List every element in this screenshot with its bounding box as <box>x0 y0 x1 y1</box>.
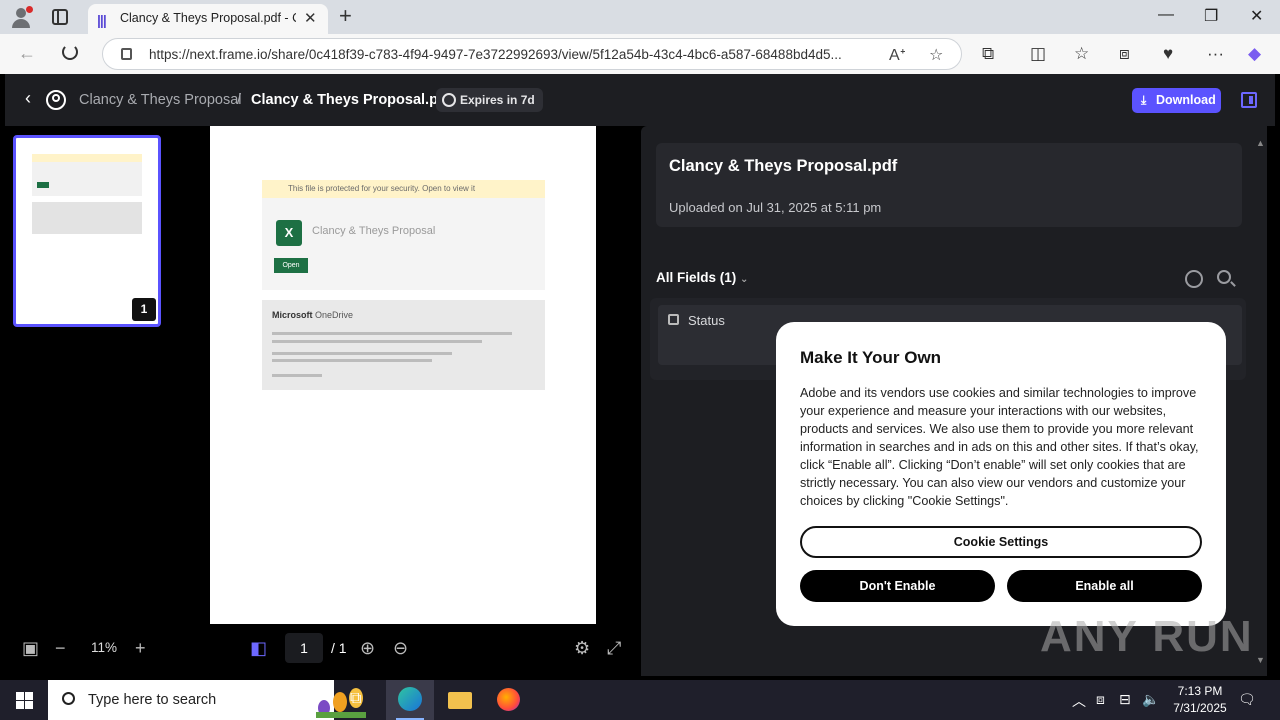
document-card-title: Clancy & Theys Proposal <box>312 225 436 237</box>
edge-taskbar-icon[interactable] <box>386 680 434 720</box>
document-open-button: Open <box>274 258 308 273</box>
breadcrumb-parent[interactable]: Clancy & Theys Proposal <box>79 92 242 108</box>
new-tab-plus-icon[interactable]: + <box>339 3 352 29</box>
cookie-modal-title: Make It Your Own <box>800 348 942 367</box>
file-info-name: Clancy & Theys Proposal.pdf <box>669 157 898 175</box>
page-number-input[interactable]: 1 <box>285 633 323 663</box>
cookie-settings-button[interactable]: Cookie Settings <box>800 526 1202 558</box>
profile-icon[interactable] <box>10 6 33 28</box>
download-button[interactable]: ⤓ Download <box>1132 88 1221 113</box>
excel-icon: X <box>276 220 302 246</box>
onedrive-name: OneDrive <box>315 310 354 320</box>
browser-tab-active[interactable]: ||| Clancy & Theys Proposal.pdf - Cla ✕ <box>88 4 328 34</box>
url-text[interactable]: https://next.frame.io/share/0c418f39-c78… <box>149 47 873 62</box>
zoom-out-icon[interactable]: − <box>55 638 66 659</box>
onedrive-brand: Microsoft <box>272 310 313 320</box>
document-card: X Clancy & Theys Proposal Open <box>262 198 545 290</box>
protected-banner: This file is protected for your security… <box>262 180 545 198</box>
favorites-icon[interactable]: ☆ <box>1074 44 1089 64</box>
windows-taskbar: Type here to search ⧉ ︿ ⧈ ⊟ 🔈 7:13 PM 7/… <box>0 680 1280 720</box>
app-header: ‹ Clancy & Theys Proposal / Clancy & The… <box>5 74 1275 126</box>
collections-icon[interactable]: ⧈ <box>1119 44 1130 64</box>
screen: ||| Clancy & Theys Proposal.pdf - Cla ✕ … <box>0 0 1280 720</box>
status-dropdown-icon <box>668 314 679 325</box>
settings-gear-icon[interactable]: ⚙ <box>574 638 590 659</box>
network-icon[interactable]: ⊟ <box>1119 691 1131 708</box>
extensions-icon[interactable]: ⧉ <box>982 44 994 64</box>
breadcrumb-separator: / <box>237 92 242 108</box>
taskbar-search[interactable]: Type here to search <box>48 680 366 720</box>
windows-start-icon[interactable] <box>16 692 33 709</box>
address-bar[interactable]: https://next.frame.io/share/0c418f39-c78… <box>102 38 962 70</box>
firefox-icon[interactable] <box>484 680 532 720</box>
account-icon[interactable] <box>46 90 66 110</box>
performance-icon[interactable]: ♥ <box>1163 44 1173 64</box>
reload-icon[interactable] <box>62 44 78 60</box>
expires-text: Expires in 7d <box>460 93 535 107</box>
favorite-star-icon[interactable]: ☆ <box>929 45 943 65</box>
all-fields-dropdown[interactable]: All Fields (1) ⌄ <box>656 270 748 285</box>
expires-badge: Expires in 7d <box>436 88 543 112</box>
download-icon: ⤓ <box>1141 93 1147 107</box>
download-label: Download <box>1156 93 1216 107</box>
scroll-down-arrow-icon[interactable]: ▼ <box>1256 655 1265 665</box>
browser-tab-strip: ||| Clancy & Theys Proposal.pdf - Cla ✕ … <box>0 0 1280 34</box>
zoom-level[interactable]: 11% <box>91 640 117 655</box>
panel-toggle-icon[interactable] <box>1241 92 1257 108</box>
scroll-up-arrow-icon[interactable]: ▲ <box>1256 138 1265 148</box>
tab-close-icon[interactable]: ✕ <box>304 9 317 27</box>
cookie-modal-body: Adobe and its vendors use cookies and si… <box>800 386 1199 508</box>
file-info-card: Clancy & Theys Proposal.pdf Uploaded on … <box>656 143 1242 227</box>
cookie-consent-modal: Make It Your Own Adobe and its vendors u… <box>776 322 1226 626</box>
onedrive-logo: Microsoft OneDrive <box>272 310 353 320</box>
breadcrumb-current: Clancy & Theys Proposal.pdf <box>251 92 452 108</box>
read-aloud-icon[interactable]: Aᐩ <box>889 45 906 65</box>
upload-date: Uploaded on Jul 31, 2025 at 5:11 pm <box>669 200 882 215</box>
zoom-in-icon[interactable]: + <box>135 638 146 659</box>
status-label: Status <box>688 313 725 328</box>
volume-icon[interactable]: 🔈 <box>1142 691 1159 708</box>
back-arrow-icon[interactable]: ← <box>18 43 36 64</box>
tray-device-icon[interactable]: ⧈ <box>1096 691 1105 708</box>
page-total: / 1 <box>331 640 347 656</box>
back-chevron-icon[interactable]: ‹ <box>25 88 31 109</box>
filter-icon[interactable] <box>1185 270 1203 288</box>
restore-icon[interactable]: ❐ <box>1204 6 1218 26</box>
thumbnail-preview <box>32 154 142 234</box>
minimize-icon[interactable]: — <box>1158 6 1174 24</box>
taskbar-time[interactable]: 7:13 PM <box>1172 684 1228 698</box>
taskbar-search-icon <box>62 692 75 705</box>
notifications-icon[interactable]: 🗨 <box>1238 691 1256 708</box>
onedrive-card: Microsoft OneDrive <box>262 300 545 390</box>
tab-title: Clancy & Theys Proposal.pdf - Cla <box>120 11 296 25</box>
frameio-favicon-icon: ||| <box>97 12 107 28</box>
all-fields-label: All Fields (1) <box>656 270 737 285</box>
taskbar-search-placeholder: Type here to search <box>88 692 217 708</box>
lock-icon[interactable] <box>121 48 132 60</box>
tray-chevron-up-icon[interactable]: ︿ <box>1072 691 1086 711</box>
previous-page-icon[interactable]: ⊕ <box>360 638 375 659</box>
window-close-icon[interactable]: ✕ <box>1250 6 1263 26</box>
fullscreen-icon[interactable]: ⤢ <box>607 638 621 659</box>
dont-enable-button[interactable]: Don't Enable <box>800 570 995 602</box>
taskbar-date[interactable]: 7/31/2025 <box>1168 701 1232 715</box>
clock-icon <box>442 93 456 107</box>
document-page: This file is protected for your security… <box>210 126 596 624</box>
tab-actions-icon[interactable] <box>52 9 68 25</box>
task-view-icon[interactable]: ⧉ <box>336 680 384 720</box>
thumbnails-toggle-icon[interactable]: ◧ <box>250 638 267 659</box>
copilot-icon[interactable]: ◆ <box>1248 44 1261 64</box>
file-explorer-icon[interactable] <box>436 680 484 720</box>
viewer-controls: ▣ − 11% + ◧ 1 / 1 ⊕ ⊖ ⚙ ⤢ <box>5 629 641 669</box>
more-icon[interactable]: ··· <box>1207 44 1224 64</box>
split-screen-icon[interactable]: ◫ <box>1030 44 1046 64</box>
fit-page-icon[interactable]: ▣ <box>22 638 39 659</box>
page-thumbnail[interactable]: 1 <box>13 135 161 327</box>
anyrun-watermark: ANY RUN <box>1040 612 1254 661</box>
enable-all-button[interactable]: Enable all <box>1007 570 1202 602</box>
search-icon[interactable] <box>1217 270 1231 284</box>
thumbnail-page-number: 1 <box>132 298 156 321</box>
next-page-icon[interactable]: ⊖ <box>393 638 408 659</box>
chevron-down-icon: ⌄ <box>740 274 749 285</box>
